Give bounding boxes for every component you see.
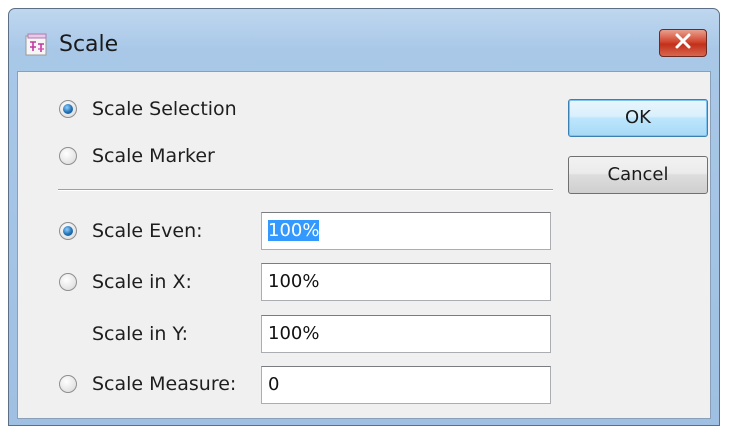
scale-measure-radio[interactable] [59,375,77,393]
scale-in-y-label: Scale in Y: [92,323,189,345]
scale-even-input[interactable]: 100% [261,212,551,250]
scale-selection-label[interactable]: Scale Selection [92,97,237,121]
scale-measure-value: 0 [268,374,280,395]
scale-selection-radio[interactable] [59,100,77,118]
section-divider [58,189,553,191]
close-x-icon [674,33,692,53]
scale-marker-radio[interactable] [59,147,77,165]
scale-even-radio[interactable] [59,222,77,240]
scale-in-x-value: 100% [268,271,320,292]
scale-even-value: 100% [268,220,320,241]
scale-in-y-input[interactable]: 100% [261,315,551,353]
scale-dialog: Scale Scale Selection Scale Marker Scale… [8,8,720,426]
scale-in-x-label[interactable]: Scale in X: [92,270,192,294]
close-button[interactable] [659,29,707,57]
scale-even-label[interactable]: Scale Even: [92,219,203,243]
scale-measure-label[interactable]: Scale Measure: [92,372,236,396]
ok-button[interactable]: OK [568,99,708,137]
scale-in-x-input[interactable]: 100% [261,263,551,301]
cancel-button[interactable]: Cancel [568,156,708,194]
window-title: Scale [59,32,119,57]
title-bar[interactable]: Scale [9,9,719,71]
scale-marker-label[interactable]: Scale Marker [92,144,215,168]
scale-measure-input[interactable]: 0 [261,366,551,404]
dialog-body: Scale Selection Scale Marker Scale Even:… [17,71,711,419]
scale-app-icon [25,33,49,57]
scale-in-y-value: 100% [268,323,320,344]
scale-in-x-radio[interactable] [59,273,77,291]
